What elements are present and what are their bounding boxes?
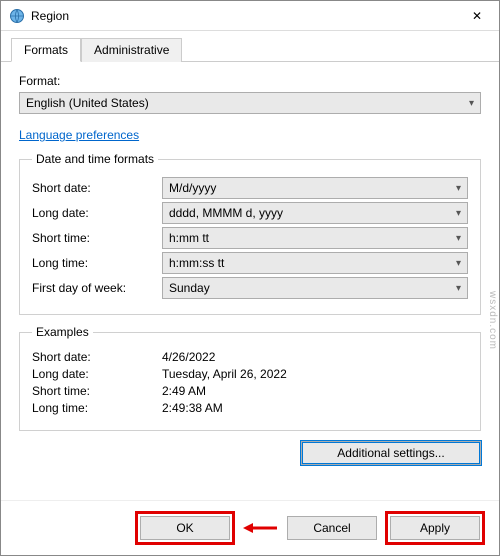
titlebar: Region ✕ xyxy=(1,1,499,31)
example-long-time-label: Long time: xyxy=(32,401,162,415)
chevron-down-icon: ▾ xyxy=(456,258,461,269)
tabstrip: Formats Administrative xyxy=(1,31,499,62)
tab-formats[interactable]: Formats xyxy=(11,38,81,62)
tab-label: Administrative xyxy=(94,43,169,57)
combo-value: Sunday xyxy=(169,281,210,295)
chevron-down-icon: ▾ xyxy=(456,233,461,244)
short-date-label: Short date: xyxy=(32,181,162,195)
dialog-footer: OK Cancel Apply xyxy=(1,500,499,555)
link-text: Language preferences xyxy=(19,128,139,142)
datetime-formats-group: Date and time formats Short date: M/d/yy… xyxy=(19,152,481,315)
tab-administrative[interactable]: Administrative xyxy=(81,38,182,62)
combo-value: h:mm:ss tt xyxy=(169,256,224,270)
long-date-label: Long date: xyxy=(32,206,162,220)
format-value: English (United States) xyxy=(26,96,149,110)
additional-settings-button[interactable]: Additional settings... xyxy=(301,441,481,465)
chevron-down-icon: ▾ xyxy=(456,208,461,219)
arrow-left-icon xyxy=(243,520,279,536)
highlight-annotation: Apply xyxy=(385,511,485,545)
long-time-combobox[interactable]: h:mm:ss tt ▾ xyxy=(162,252,468,274)
region-globe-icon xyxy=(9,8,25,24)
button-label: Apply xyxy=(420,521,450,535)
group-legend: Examples xyxy=(32,325,93,339)
button-label: OK xyxy=(176,521,193,535)
example-short-date-label: Short date: xyxy=(32,350,162,364)
ok-button[interactable]: OK xyxy=(140,516,230,540)
long-date-combobox[interactable]: dddd, MMMM d, yyyy ▾ xyxy=(162,202,468,224)
window-title: Region xyxy=(31,9,457,23)
cancel-button[interactable]: Cancel xyxy=(287,516,377,540)
first-day-label: First day of week: xyxy=(32,281,162,295)
examples-group: Examples Short date: 4/26/2022 Long date… xyxy=(19,325,481,431)
example-long-date-label: Long date: xyxy=(32,367,162,381)
button-label: Additional settings... xyxy=(337,446,444,460)
example-long-date-value: Tuesday, April 26, 2022 xyxy=(162,367,468,381)
short-time-label: Short time: xyxy=(32,231,162,245)
first-day-combobox[interactable]: Sunday ▾ xyxy=(162,277,468,299)
example-short-date-value: 4/26/2022 xyxy=(162,350,468,364)
format-combobox[interactable]: English (United States) ▾ xyxy=(19,92,481,114)
long-time-label: Long time: xyxy=(32,256,162,270)
chevron-down-icon: ▾ xyxy=(456,183,461,194)
example-short-time-value: 2:49 AM xyxy=(162,384,468,398)
chevron-down-icon: ▾ xyxy=(469,98,474,109)
combo-value: h:mm tt xyxy=(169,231,209,245)
combo-value: dddd, MMMM d, yyyy xyxy=(169,206,283,220)
combo-value: M/d/yyyy xyxy=(169,181,216,195)
short-date-combobox[interactable]: M/d/yyyy ▾ xyxy=(162,177,468,199)
language-preferences-link[interactable]: Language preferences xyxy=(19,128,481,142)
button-label: Cancel xyxy=(313,521,350,535)
group-legend: Date and time formats xyxy=(32,152,158,166)
close-icon: ✕ xyxy=(472,9,482,23)
short-time-combobox[interactable]: h:mm tt ▾ xyxy=(162,227,468,249)
tab-label: Formats xyxy=(24,43,68,57)
example-short-time-label: Short time: xyxy=(32,384,162,398)
example-long-time-value: 2:49:38 AM xyxy=(162,401,468,415)
window-close-button[interactable]: ✕ xyxy=(457,2,497,30)
region-dialog: Region ✕ Formats Administrative Format: … xyxy=(0,0,500,556)
apply-button[interactable]: Apply xyxy=(390,516,480,540)
highlight-annotation: OK xyxy=(135,511,235,545)
format-label: Format: xyxy=(19,74,481,88)
chevron-down-icon: ▾ xyxy=(456,283,461,294)
tab-content: Format: English (United States) ▾ Langua… xyxy=(1,62,499,500)
